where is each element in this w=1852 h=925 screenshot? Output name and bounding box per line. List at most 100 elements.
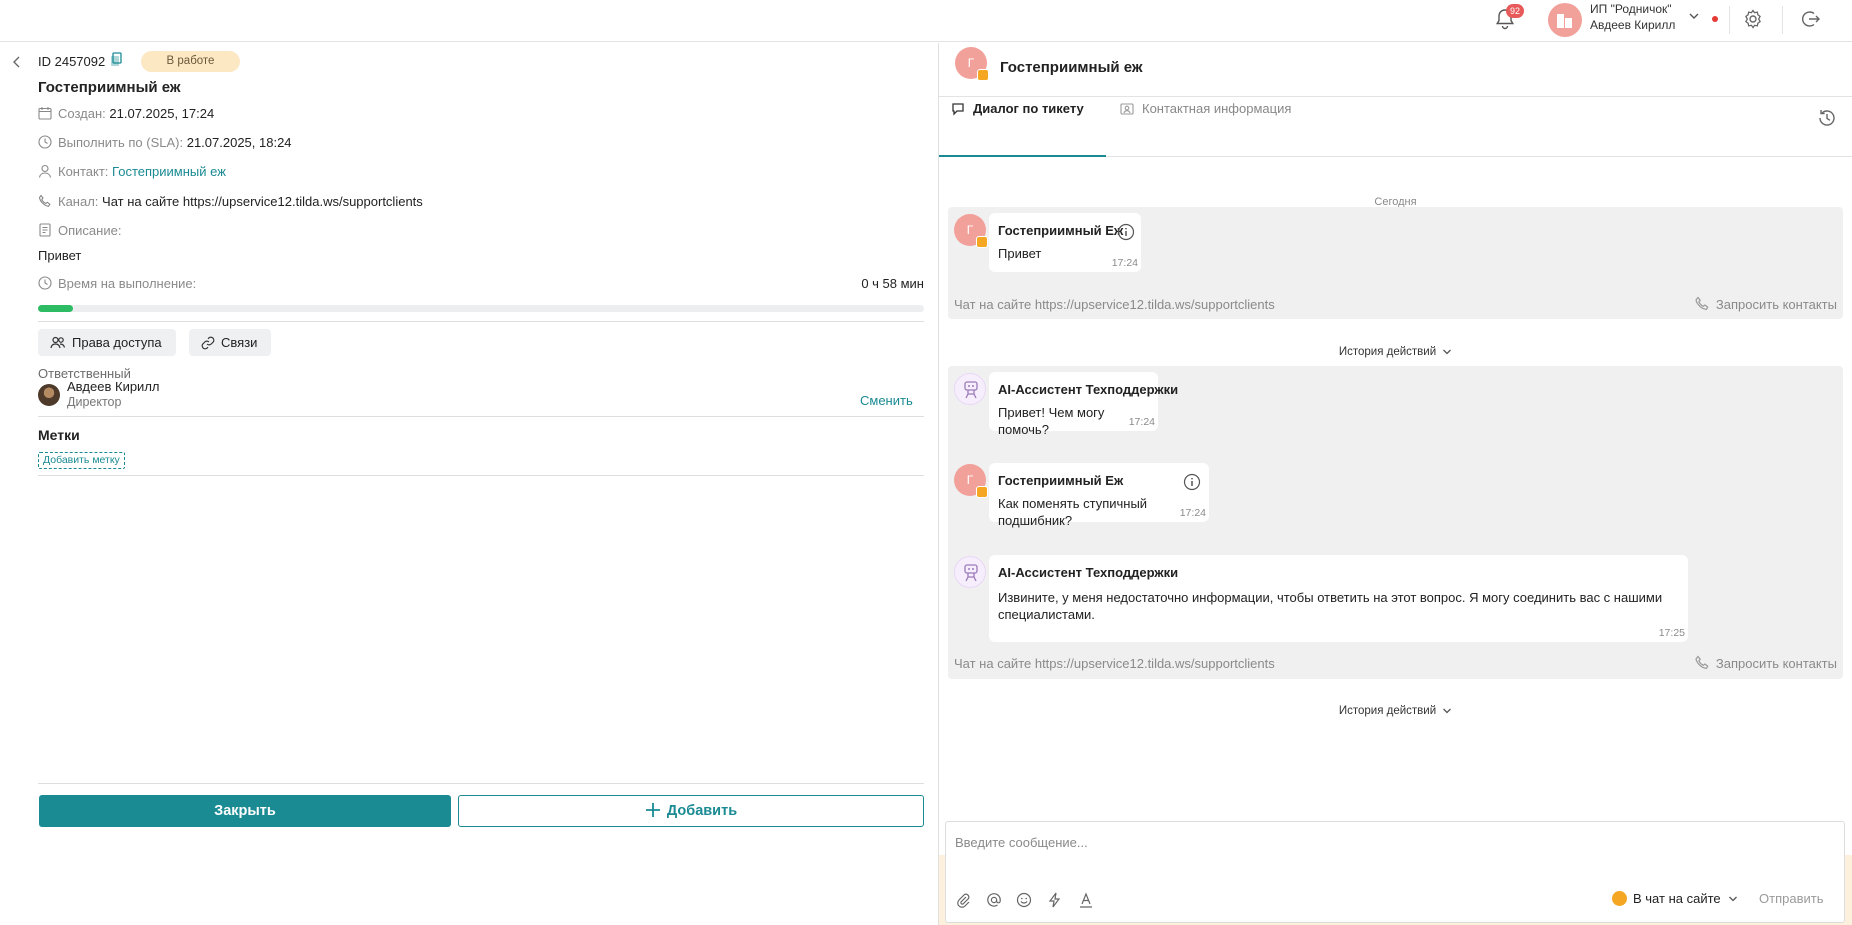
company-avatar[interactable] (1548, 3, 1582, 37)
chat-group: Г Гостеприимный Еж Привет 17:24 Чат на с… (948, 207, 1843, 319)
account-info[interactable]: ИП "Родничок" Авдеев Кирилл (1590, 1, 1675, 33)
phone-icon (1695, 655, 1709, 670)
add-tag-button[interactable]: Добавить метку (38, 452, 125, 469)
tab-contact-info[interactable]: Контактная информация (1120, 91, 1291, 127)
add-label: Добавить (666, 803, 738, 819)
back-arrow-icon[interactable] (12, 55, 22, 72)
tags-title: Метки (38, 427, 80, 443)
chat-channel-icon (977, 69, 989, 81)
info-icon[interactable] (1117, 223, 1135, 244)
calendar-icon (38, 107, 52, 120)
gear-icon[interactable] (1742, 8, 1764, 33)
tab-dialog-label: Диалог по тикету (973, 101, 1084, 116)
channel-footer: Чат на сайте https://upservice12.tilda.w… (954, 656, 1275, 671)
contact-field: Контакт: Гостеприимный еж (38, 163, 226, 181)
time-field: Время на выполнение: (38, 275, 196, 293)
text-format-icon[interactable] (1078, 892, 1094, 911)
request-contacts-button[interactable]: Запросить контакты (1694, 655, 1837, 671)
avatar-letter: Г (966, 473, 974, 487)
contact-link[interactable]: Гостеприимный еж (112, 164, 226, 179)
chat-panel: Г Гостеприимный еж Диалог по тикету Конт… (939, 43, 1852, 925)
ticket-id: ID 2457092 (38, 54, 106, 69)
contact-avatar: Г (955, 47, 989, 81)
top-bar: 92 ИП "Родничок" Авдеев Кирилл (0, 0, 1852, 42)
ticket-panel: ID 2457092 В работе Гостеприимный еж Соз… (0, 43, 938, 925)
links-button[interactable]: Связи (189, 329, 272, 356)
divider (38, 321, 924, 322)
request-contacts-button[interactable]: Запросить контакты (1694, 296, 1837, 312)
channel-select[interactable]: В чат на сайте (1612, 891, 1738, 906)
phone-icon (1695, 296, 1709, 311)
channel-footer: Чат на сайте https://upservice12.tilda.w… (954, 297, 1275, 312)
bot-avatar (954, 556, 986, 588)
history-actions-toggle[interactable]: История действий (939, 705, 1852, 717)
created-value: 21.07.2025, 17:24 (109, 106, 215, 121)
message-time: 17:24 (1128, 416, 1155, 428)
contact-card-icon (1120, 103, 1134, 115)
message-input[interactable]: Введите сообщение... (955, 835, 1088, 850)
status-dot (1712, 16, 1718, 22)
status-badge[interactable]: В работе (141, 51, 240, 72)
chat-group: AI-Ассистент Техподдержки Привет! Чем мо… (948, 366, 1843, 679)
message-text: Извините, у меня недостаточно информации… (998, 590, 1663, 622)
tab-dialog[interactable]: Диалог по тикету (951, 91, 1095, 127)
created-field: Создан: 21.07.2025, 17:24 (38, 105, 214, 123)
lightning-icon[interactable] (1047, 892, 1063, 911)
user-name: Авдеев Кирилл (1590, 18, 1676, 32)
logout-icon[interactable] (1799, 8, 1821, 33)
message-sender: Гостеприимный Еж (998, 223, 1124, 238)
contact-avatar: Г (954, 464, 988, 498)
history-actions-label: История действий (1338, 705, 1437, 717)
account-chevron-down-icon[interactable] (1688, 10, 1700, 25)
history-actions-label: История действий (1338, 346, 1437, 358)
notifications-badge: 92 (1506, 4, 1524, 18)
copy-icon[interactable] (110, 52, 122, 70)
contact-avatar: Г (954, 214, 988, 248)
description-field: Описание: (38, 222, 121, 240)
message-sender: AI-Ассистент Техподдержки (998, 382, 1179, 397)
message-sender: Гостеприимный Еж (998, 473, 1124, 488)
history-icon[interactable] (1816, 107, 1838, 132)
time-label: Время на выполнение: (58, 276, 197, 291)
time-progress-fill (38, 305, 74, 312)
avatar (38, 384, 60, 406)
divider (38, 416, 924, 417)
description-value: Привет (38, 248, 82, 263)
chat-channel-icon (976, 486, 988, 498)
chevron-down-icon (1729, 896, 1738, 902)
tab-contact-label: Контактная информация (1142, 101, 1292, 116)
info-icon[interactable] (1183, 473, 1201, 494)
access-rights-button[interactable]: Права доступа (38, 329, 176, 356)
divider (1782, 6, 1783, 34)
links-label: Связи (221, 335, 258, 350)
add-button[interactable]: Добавить (458, 795, 924, 827)
message-bubble: Гостеприимный Еж Привет 17:24 (989, 213, 1141, 272)
attachment-icon[interactable] (955, 892, 971, 911)
contact-label: Контакт: (58, 164, 109, 179)
chat-channel-icon (976, 236, 988, 248)
close-ticket-button[interactable]: Закрыть (39, 795, 451, 827)
phone-chat-icon (38, 194, 51, 207)
emoji-icon[interactable] (1016, 892, 1032, 911)
users-icon (50, 336, 66, 349)
access-rights-label: Права доступа (72, 335, 162, 350)
chat-bubble-icon (952, 103, 964, 116)
divider (1729, 6, 1730, 34)
chat-channel-icon (1612, 891, 1627, 906)
send-button[interactable]: Отправить (1759, 891, 1823, 906)
created-label: Создан: (58, 106, 106, 121)
message-bubble: AI-Ассистент Техподдержки Привет! Чем мо… (989, 372, 1178, 437)
clock-icon (38, 135, 52, 149)
description-label: Описание: (58, 223, 122, 238)
change-responsible-link[interactable]: Сменить (860, 393, 913, 408)
history-actions-toggle[interactable]: История действий (939, 346, 1852, 358)
divider (38, 783, 924, 784)
time-value: 0 ч 58 мин (861, 276, 924, 291)
document-icon (39, 223, 51, 237)
channel-label: Канал: (58, 194, 99, 209)
message-text: Привет (998, 246, 1042, 261)
request-contacts-label: Запросить контакты (1715, 297, 1837, 312)
chevron-down-icon (1443, 708, 1452, 714)
mention-icon[interactable] (986, 892, 1002, 911)
ticket-title: Гостеприимный еж (38, 79, 181, 96)
